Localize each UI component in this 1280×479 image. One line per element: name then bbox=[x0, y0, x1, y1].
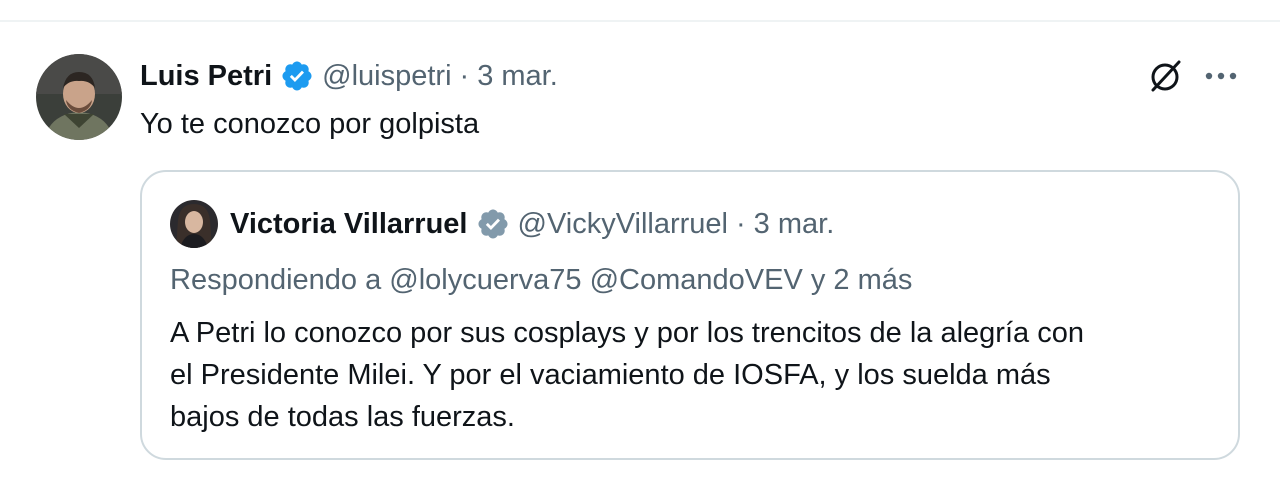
header-separator: · bbox=[459, 59, 470, 92]
verified-badge-icon[interactable] bbox=[280, 59, 314, 93]
quoted-author-avatar[interactable] bbox=[170, 200, 218, 248]
replying-to-line[interactable]: Respondiendo a @lolycuerva75 @ComandoVEV… bbox=[170, 260, 912, 300]
author-name[interactable]: Luis Petri bbox=[140, 60, 272, 93]
quoted-header-separator: · bbox=[736, 207, 746, 240]
tweet-text: Yo te conozco por golpista bbox=[140, 108, 480, 140]
more-dots-icon[interactable] bbox=[1198, 56, 1244, 96]
quoted-tweet-date[interactable]: 3 mar. bbox=[754, 208, 835, 241]
quoted-text-line: bajos de todas las fuerzas. bbox=[170, 401, 515, 433]
quoted-tweet-card[interactable]: Victoria Villarruel @VickyVillarruel · 3… bbox=[140, 170, 1240, 460]
quoted-tweet-header: Victoria Villarruel @VickyVillarruel · 3… bbox=[230, 204, 834, 244]
quoted-author-handle[interactable]: @VickyVillarruel bbox=[518, 208, 729, 241]
author-avatar[interactable] bbox=[36, 54, 122, 140]
verified-badge-gray-icon[interactable] bbox=[476, 207, 510, 241]
tweet-date[interactable]: 3 mar. bbox=[477, 60, 558, 93]
quoted-text-line: A Petri lo conozco por sus cosplays y po… bbox=[170, 317, 1084, 349]
quoted-author-name[interactable]: Victoria Villarruel bbox=[230, 208, 468, 241]
author-handle[interactable]: @luispetri bbox=[322, 60, 451, 93]
tweet-header: Luis Petri @luispetri · 3 mar. bbox=[140, 56, 558, 96]
tweet-screenshot: Luis Petri @luispetri · 3 mar. Yo te con… bbox=[0, 0, 1280, 479]
divider bbox=[0, 20, 1280, 22]
grok-slash-icon[interactable] bbox=[1146, 56, 1186, 96]
quoted-text-line: el Presidente Milei. Y por el vaciamient… bbox=[170, 359, 1051, 391]
quoted-tweet-text: A Petri lo conozco por sus cosplays y po… bbox=[170, 312, 1220, 438]
